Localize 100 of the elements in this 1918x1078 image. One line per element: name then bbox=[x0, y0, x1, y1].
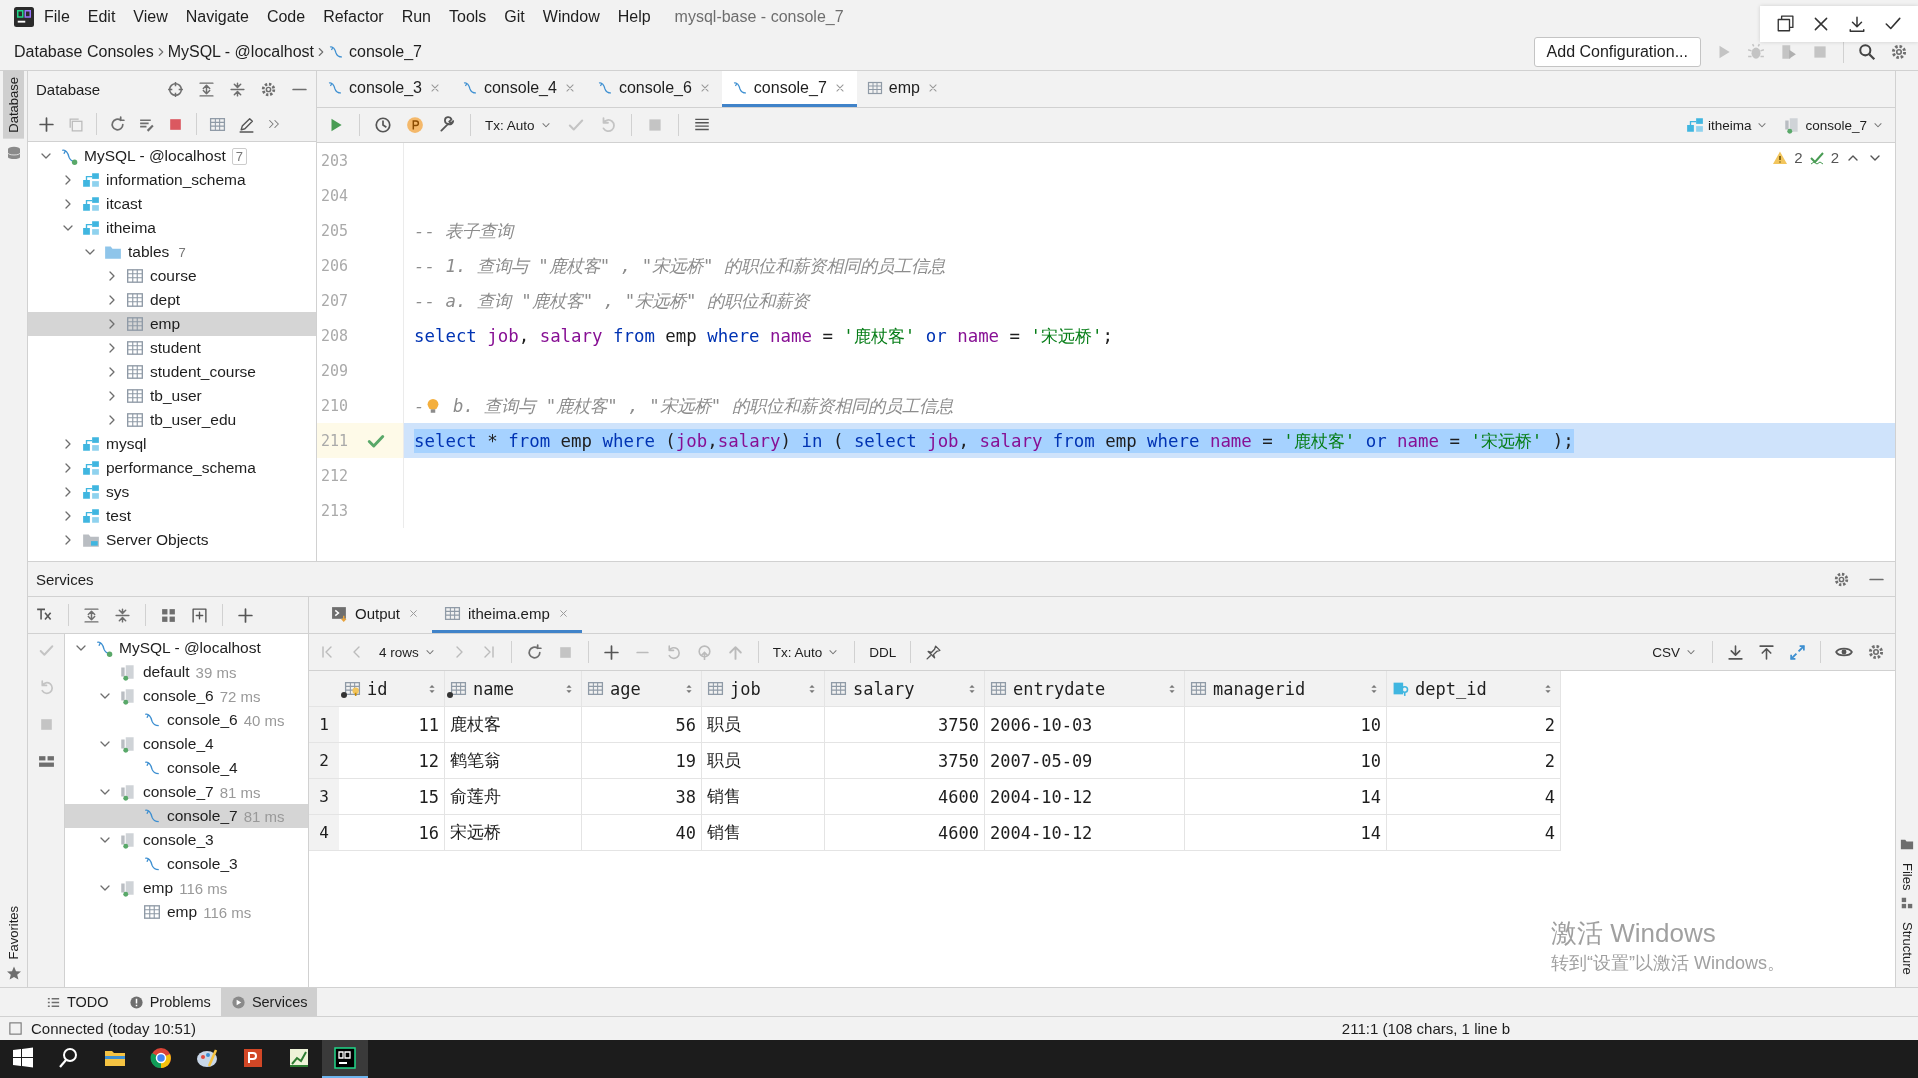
tree-item[interactable]: default 39 ms bbox=[65, 660, 308, 684]
tree-item[interactable]: console_7 81 ms bbox=[65, 804, 308, 828]
tree-item[interactable]: emp bbox=[28, 312, 316, 336]
tree-item[interactable]: information_schema bbox=[28, 168, 316, 192]
upload-icon[interactable] bbox=[1758, 643, 1775, 661]
tree-item[interactable]: mysql bbox=[28, 432, 316, 456]
tree-item[interactable]: Server Objects bbox=[28, 528, 316, 552]
history-icon[interactable] bbox=[374, 116, 392, 134]
search-icon[interactable] bbox=[1858, 43, 1876, 61]
tool-window-tab[interactable]: Services bbox=[220, 988, 318, 1016]
column-header[interactable]: job bbox=[702, 671, 825, 707]
page-size-dropdown[interactable]: 4 rows bbox=[379, 644, 437, 660]
column-header[interactable]: managerid bbox=[1185, 671, 1387, 707]
tree-item[interactable]: console_4 bbox=[65, 756, 308, 780]
menu-item[interactable]: Refactor bbox=[315, 4, 392, 30]
tree-item[interactable]: console_4 bbox=[65, 732, 308, 756]
tree-item[interactable]: student bbox=[28, 336, 316, 360]
editor-tab[interactable]: console_4 bbox=[451, 71, 587, 107]
tree-item[interactable]: course bbox=[28, 264, 316, 288]
check-count[interactable]: 2 bbox=[1830, 149, 1839, 166]
star-icon[interactable] bbox=[5, 965, 22, 981]
editor-tab[interactable]: console_3 bbox=[317, 71, 452, 107]
database-icon[interactable] bbox=[5, 144, 22, 161]
settings-icon[interactable] bbox=[260, 80, 277, 98]
database-tool-tab[interactable]: Database bbox=[3, 71, 24, 139]
tree-item[interactable]: console_6 72 ms bbox=[65, 684, 308, 708]
structure-tool-tab[interactable]: Structure bbox=[1896, 916, 1918, 981]
tool-window-tab[interactable]: TODO bbox=[36, 988, 119, 1016]
add-icon[interactable] bbox=[38, 115, 55, 133]
structure-icon[interactable] bbox=[1900, 896, 1914, 911]
tree-item[interactable]: console_3 bbox=[65, 852, 308, 876]
status-toggle-icon[interactable] bbox=[8, 1021, 23, 1036]
refresh-icon[interactable] bbox=[109, 115, 126, 133]
breadcrumb[interactable]: console_7 bbox=[349, 43, 422, 61]
tree-item[interactable]: dept bbox=[28, 288, 316, 312]
schema-dropdown[interactable]: itheima bbox=[1685, 116, 1770, 134]
export-format-dropdown[interactable]: CSV bbox=[1652, 644, 1698, 660]
collapse-all-icon[interactable] bbox=[114, 606, 131, 624]
tree-item[interactable]: emp 116 ms bbox=[65, 876, 308, 900]
tree-item[interactable]: console_6 40 ms bbox=[65, 708, 308, 732]
download-icon[interactable] bbox=[1727, 643, 1744, 661]
result-tab[interactable]: itheima.emp bbox=[432, 597, 582, 633]
tree-item[interactable]: console_3 bbox=[65, 828, 308, 852]
settings-icon[interactable] bbox=[1890, 43, 1908, 61]
expand-all-icon[interactable] bbox=[198, 80, 215, 98]
breadcrumb[interactable]: MySQL - @localhost bbox=[167, 43, 314, 61]
menu-item[interactable]: Tools bbox=[441, 4, 495, 30]
restore-icon[interactable] bbox=[1776, 15, 1794, 33]
add-configuration-button[interactable]: Add Configuration... bbox=[1533, 37, 1701, 67]
menu-item[interactable]: Navigate bbox=[177, 4, 257, 30]
menu-item[interactable]: Git bbox=[496, 4, 533, 30]
tree-item[interactable]: performance_schema bbox=[28, 456, 316, 480]
add-icon[interactable] bbox=[237, 606, 254, 624]
ddl-button[interactable]: DDL bbox=[869, 644, 897, 660]
tree-item[interactable]: test bbox=[28, 504, 316, 528]
menu-item[interactable]: Window bbox=[534, 4, 608, 30]
tree-item[interactable]: console_7 81 ms bbox=[65, 780, 308, 804]
locate-icon[interactable] bbox=[167, 80, 184, 98]
menu-item[interactable]: Edit bbox=[79, 4, 124, 30]
tree-item[interactable]: emp 116 ms bbox=[65, 900, 308, 924]
files-tool-tab[interactable]: Files bbox=[1896, 856, 1918, 897]
editor-tab[interactable]: console_7 bbox=[721, 71, 857, 107]
more-icon[interactable] bbox=[267, 117, 281, 131]
column-header[interactable]: id bbox=[339, 671, 445, 707]
layout-icon[interactable] bbox=[37, 753, 55, 770]
warning-count[interactable]: 2 bbox=[1794, 149, 1803, 166]
menu-item[interactable]: View bbox=[125, 4, 176, 30]
column-header[interactable]: name bbox=[445, 671, 582, 707]
wrench-icon[interactable] bbox=[438, 116, 456, 134]
transaction-mode-dropdown[interactable]: Tx: Auto bbox=[485, 117, 553, 133]
tree-item[interactable]: tb_user_edu bbox=[28, 408, 316, 432]
group-icon[interactable] bbox=[160, 606, 177, 624]
tree-item[interactable]: sys bbox=[28, 480, 316, 504]
download-icon[interactable] bbox=[1848, 15, 1866, 33]
caret-position[interactable]: 211:1 (108 chars, 1 line b bbox=[1341, 1020, 1510, 1037]
favorites-tool-tab[interactable]: Favorites bbox=[3, 899, 24, 965]
close-icon[interactable] bbox=[1812, 15, 1830, 33]
tree-item[interactable]: tb_user bbox=[28, 384, 316, 408]
settings-icon[interactable] bbox=[1867, 643, 1885, 661]
tree-item[interactable]: student_course bbox=[28, 360, 316, 384]
tree-item[interactable]: itheima bbox=[28, 216, 316, 240]
pin-icon[interactable] bbox=[925, 643, 943, 661]
tree-item[interactable]: itcast bbox=[28, 192, 316, 216]
column-header[interactable]: entrydate bbox=[985, 671, 1185, 707]
menu-item[interactable]: File bbox=[36, 4, 78, 30]
tree-item[interactable]: tables 7 bbox=[28, 240, 316, 264]
tree-item[interactable]: MySQL - @localhost bbox=[65, 636, 308, 660]
column-header[interactable]: salary bbox=[825, 671, 985, 707]
column-header[interactable]: age bbox=[582, 671, 702, 707]
settings-icon[interactable] bbox=[1833, 570, 1850, 588]
refresh-icon[interactable] bbox=[525, 643, 543, 661]
result-tab[interactable]: Output bbox=[319, 597, 433, 633]
add-frame-icon[interactable] bbox=[191, 606, 208, 624]
transaction-mode-dropdown[interactable]: Tx: Auto bbox=[772, 644, 841, 660]
profile-icon[interactable] bbox=[406, 116, 424, 134]
add-row-icon[interactable] bbox=[602, 643, 620, 661]
menu-item[interactable]: Help bbox=[609, 4, 659, 30]
tree-item[interactable]: MySQL - @localhost 7 bbox=[28, 144, 316, 168]
tool-window-tab[interactable]: Problems bbox=[118, 988, 221, 1016]
session-dropdown[interactable]: console_7 bbox=[1783, 116, 1885, 134]
